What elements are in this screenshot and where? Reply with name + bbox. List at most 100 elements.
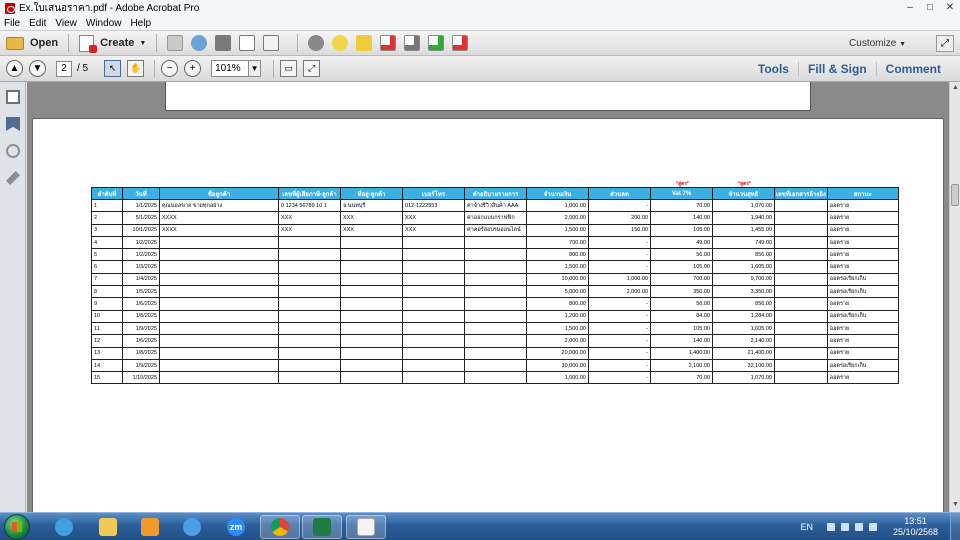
table-cell <box>159 371 279 385</box>
previous-page-button[interactable]: ▲ <box>6 60 23 77</box>
search-page-icon[interactable] <box>404 35 421 51</box>
export-page-icon[interactable] <box>428 35 445 51</box>
customize-button[interactable]: Customize ▼ <box>849 38 906 49</box>
open-button[interactable]: Open <box>6 36 58 50</box>
folder-icon <box>99 518 117 536</box>
zoom-out-button[interactable]: − <box>161 60 179 77</box>
hand-tool-icon[interactable]: ✋ <box>127 60 145 77</box>
table-cell <box>278 248 341 262</box>
table-cell <box>340 285 403 299</box>
folder-icon <box>6 36 24 50</box>
gear-icon[interactable] <box>308 35 325 51</box>
table-row: 1 1/1/2025 คุณนอลขาย ขายทุกอย่าง 0 1234 567… <box>91 198 899 213</box>
table-cell <box>774 260 828 274</box>
print-icon[interactable] <box>215 35 232 51</box>
start-button[interactable] <box>4 514 30 540</box>
table-cell <box>278 260 341 274</box>
edit-icon[interactable] <box>239 35 256 51</box>
system-tray: EN 13:51 25/10/2568 <box>800 513 960 540</box>
table-cell: 3,350.00 <box>712 285 775 299</box>
table-cell: XXXX <box>159 211 279 225</box>
quotation-table: ลำดับที่ วันที่ ชื่อลูกค้า เลขที่ผู้เสียภาษ… <box>91 187 899 385</box>
page-thumbnails-icon[interactable] <box>6 90 20 104</box>
table-cell: 13 <box>91 346 123 360</box>
bookmark-icon[interactable] <box>6 117 20 131</box>
table-cell: XXX <box>278 223 341 237</box>
table-cell <box>278 297 341 311</box>
table-cell: ออตรอเรียกเก็บ <box>826 358 899 373</box>
taskbar-media[interactable] <box>130 515 170 539</box>
table-cell: ค่าออกแบบกราฟฟิก <box>464 211 527 225</box>
table-cell: 150.00 <box>588 223 651 237</box>
close-button[interactable]: ✕ <box>944 2 956 13</box>
menu-window[interactable]: Window <box>86 18 122 29</box>
sign-page-icon[interactable] <box>452 35 469 51</box>
flag-icon[interactable] <box>854 523 863 531</box>
next-page-button[interactable]: ▼ <box>29 60 46 77</box>
table-cell <box>774 309 828 323</box>
expand-button[interactable]: ⤢ <box>936 35 954 52</box>
table-row: 6 1/3/2025 1,500.00-105.00 1,605.00 ออตราย <box>91 260 899 274</box>
menu-edit[interactable]: Edit <box>29 18 46 29</box>
column-header: จำนวนเงิน <box>526 187 589 200</box>
create-button[interactable]: Create ▼ <box>79 34 146 53</box>
taskbar-explorer[interactable] <box>88 515 128 539</box>
select-tool-icon[interactable]: ↖ <box>104 60 122 77</box>
scroll-down-icon[interactable]: ▼ <box>951 501 960 510</box>
document-viewport[interactable]: *สูตร* *สูตร* ลำดับที่ วันที่ ชื่อลูกค้า เล… <box>27 82 949 512</box>
menu-help[interactable]: Help <box>130 18 151 29</box>
tools-link[interactable]: Tools <box>749 62 798 76</box>
table-cell: - <box>588 358 651 373</box>
language-indicator[interactable]: EN <box>800 522 813 532</box>
zoom-dropdown-button[interactable]: ▼ <box>249 60 262 77</box>
taskbar-zoom[interactable]: zm <box>216 515 256 539</box>
scroll-up-icon[interactable]: ▲ <box>951 84 960 93</box>
table-cell <box>278 285 341 299</box>
fit-width-icon[interactable]: ⤢ <box>303 60 321 77</box>
taskbar-chrome[interactable] <box>260 515 300 539</box>
page-number-input[interactable]: 2 <box>56 60 72 77</box>
comment-icon[interactable] <box>332 35 349 51</box>
attachment-icon[interactable] <box>3 141 23 161</box>
email-icon[interactable] <box>263 35 280 51</box>
taskbar-acrobat[interactable] <box>346 515 386 539</box>
signature-icon[interactable] <box>6 171 20 185</box>
zoom-level-input[interactable]: 101% <box>211 60 250 77</box>
table-cell <box>278 272 341 287</box>
volume-icon[interactable] <box>868 523 877 531</box>
column-header: ที่อยู่-ลูกค้า <box>340 187 403 200</box>
table-cell: 1/8/2025 <box>122 309 160 323</box>
table-cell: 105.00 <box>650 321 713 336</box>
table-cell: 1/1/2025 <box>122 198 160 213</box>
tray-arrow-icon[interactable] <box>826 523 835 531</box>
table-cell: 1/9/2025 <box>122 321 160 336</box>
table-cell: 1/2/2025 <box>122 248 160 262</box>
clock[interactable]: 13:51 25/10/2568 <box>893 516 938 538</box>
scrollbar-thumb[interactable] <box>951 184 959 206</box>
table-cell <box>278 358 341 373</box>
table-cell <box>159 248 279 262</box>
highlight-icon[interactable] <box>356 35 373 51</box>
column-header: ชื่อลูกค้า <box>159 187 279 200</box>
cloud-upload-icon[interactable] <box>191 35 208 51</box>
maximize-button[interactable]: □ <box>924 2 936 13</box>
taskbar-excel[interactable] <box>302 515 342 539</box>
save-icon[interactable] <box>167 35 184 51</box>
taskbar-ie[interactable] <box>44 515 84 539</box>
minimize-button[interactable]: – <box>904 2 916 13</box>
vertical-scrollbar[interactable]: ▲ ▼ <box>949 82 960 512</box>
menu-file[interactable]: File <box>4 18 20 29</box>
table-cell: 11 <box>91 321 123 336</box>
show-desktop-button[interactable] <box>950 513 960 540</box>
fit-page-icon[interactable]: ▭ <box>280 60 298 77</box>
table-cell <box>340 248 403 262</box>
media-player-icon <box>141 518 159 536</box>
comment-link[interactable]: Comment <box>875 62 950 76</box>
zoom-in-button[interactable]: + <box>184 60 202 77</box>
menu-view[interactable]: View <box>55 18 77 29</box>
taskbar-browser[interactable] <box>172 515 212 539</box>
delete-page-icon[interactable] <box>380 35 397 51</box>
table-cell: 1,500.00 <box>526 321 589 336</box>
fill-sign-link[interactable]: Fill & Sign <box>797 62 876 76</box>
network-icon[interactable] <box>840 523 849 531</box>
